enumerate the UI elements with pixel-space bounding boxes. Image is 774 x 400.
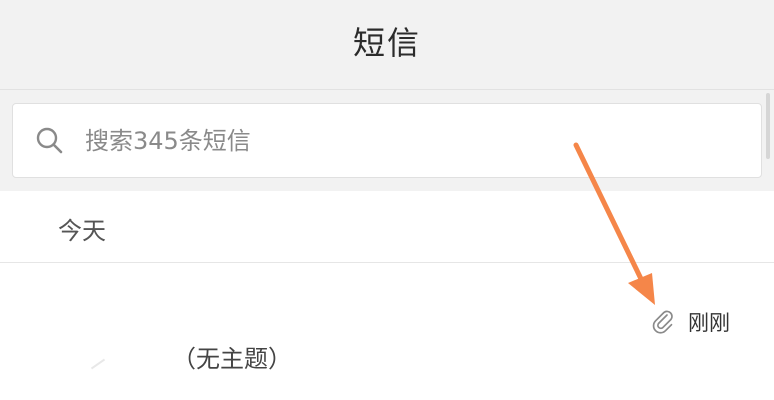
date-section-label: 今天 [58, 217, 106, 245]
search-icon [35, 126, 65, 156]
search-box[interactable] [12, 103, 762, 178]
app-header: 短信 [0, 0, 774, 90]
date-section-header: 今天 [0, 191, 774, 262]
paperclip-icon [650, 309, 676, 335]
message-list-item[interactable]: （无主题） 刚刚 [0, 263, 774, 400]
search-area [0, 90, 774, 191]
message-time: 刚刚 [688, 311, 730, 335]
scrollbar[interactable] [766, 93, 770, 159]
message-subject: （无主题） [172, 345, 292, 373]
search-input[interactable] [85, 120, 685, 161]
avatar [40, 291, 132, 383]
page-title: 短信 [352, 24, 421, 62]
